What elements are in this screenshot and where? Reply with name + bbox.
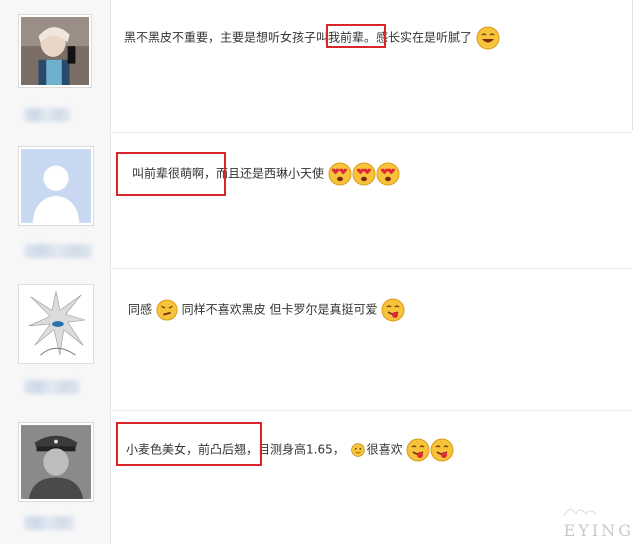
username-blurred[interactable]: [24, 244, 92, 258]
comment-segment: 感长实在是听腻了: [376, 30, 473, 45]
tongue-emoji-icon: [381, 298, 405, 322]
comment-segment: 而且还是西琳小天使: [216, 166, 325, 181]
frown-emoji-icon: [156, 299, 178, 321]
avatar[interactable]: [18, 422, 94, 502]
heart-eyes-emoji-icon: [376, 162, 400, 186]
comment-segment: 目测身高1.65，: [258, 442, 345, 457]
username-blurred[interactable]: [24, 108, 70, 122]
grin-emoji-icon: [476, 26, 500, 50]
avatar[interactable]: [18, 14, 92, 88]
default-avatar-icon: [21, 149, 91, 223]
tongue-emoji-icon: [430, 438, 454, 462]
username-blurred[interactable]: [24, 516, 74, 530]
highlight-box: [326, 24, 386, 48]
comment-segment: 同感: [128, 302, 153, 317]
avatar-photo: [21, 425, 91, 499]
comment-segment: 同样不喜欢黑皮 但卡罗尔是真挺可爱: [181, 302, 378, 317]
column-divider: [110, 0, 111, 544]
row-separator: [110, 410, 632, 411]
comment-segment: 黑不黑皮不重要，主要是想听女孩子叫: [124, 30, 329, 45]
avatar-illustration: [21, 287, 91, 361]
highlight-box: [116, 422, 262, 466]
watermark-text: EYING: [563, 521, 634, 540]
comment-text: 黑不黑皮不重要，主要是想听女孩子叫我前辈。感长实在是听腻了: [124, 26, 500, 50]
right-edge-line: [632, 0, 633, 130]
highlight-box: [116, 152, 226, 196]
username-blurred[interactable]: [24, 380, 80, 394]
comment-segment: 很喜欢: [366, 442, 403, 457]
watermark-flower-icon: [563, 509, 597, 517]
tongue-emoji-icon: [406, 438, 430, 462]
shy-emoji-icon: [350, 443, 365, 457]
heart-eyes-emoji-icon: [352, 162, 376, 186]
avatar[interactable]: [18, 284, 94, 364]
row-separator: [110, 132, 632, 133]
avatar-photo: [21, 17, 89, 85]
row-separator: [110, 268, 632, 269]
heart-eyes-emoji-icon: [328, 162, 352, 186]
avatar[interactable]: [18, 146, 94, 226]
comment-text: 同感 同样不喜欢黑皮 但卡罗尔是真挺可爱: [128, 298, 405, 322]
